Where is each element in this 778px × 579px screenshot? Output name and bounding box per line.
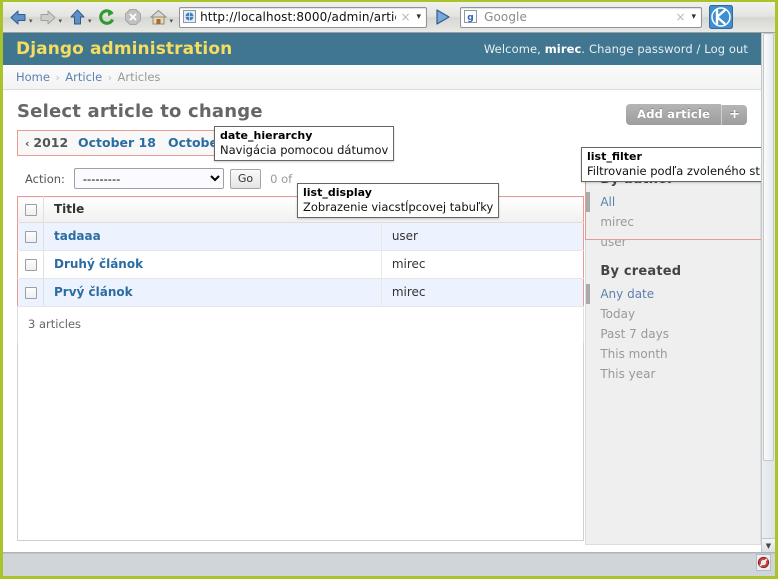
row-select-cell xyxy=(17,278,44,307)
reload-button[interactable] xyxy=(94,4,120,30)
filter-option-all[interactable]: All xyxy=(586,192,760,212)
url-clear-icon[interactable]: × xyxy=(396,10,414,24)
cell-author: user xyxy=(381,222,584,251)
breadcrumb: Home › Article › Articles xyxy=(3,65,761,90)
username: mirec xyxy=(544,42,582,56)
callout-list-display: list_display Zobrazenie viacstĺpcovej ta… xyxy=(297,183,500,219)
changelist-main: Action: --------- Delete selected articl… xyxy=(17,162,585,541)
add-article-plus-icon[interactable]: + xyxy=(721,104,747,125)
page-scrollbar-thumb[interactable] xyxy=(763,33,774,461)
web-page: Django administration Welcome, mirec. Ch… xyxy=(3,33,761,552)
row-checkbox[interactable] xyxy=(25,230,37,243)
page-scrollbar[interactable]: ▼ xyxy=(761,33,775,552)
user-tools: Welcome, mirec. Change password / Log ou… xyxy=(484,42,748,56)
site-branding: Django administration xyxy=(16,39,233,59)
changelist-filter-sidebar: By author All mirec user By created Any … xyxy=(585,162,761,545)
filter-option-this-year[interactable]: This year xyxy=(586,364,760,384)
breadcrumb-item-home[interactable]: Home xyxy=(16,70,50,84)
url-dropdown-icon[interactable]: ▾ xyxy=(415,12,427,22)
page-favicon-icon xyxy=(183,8,197,27)
cell-title: Prvý článok xyxy=(43,278,382,307)
cell-author: mirec xyxy=(381,278,584,307)
forward-button xyxy=(35,4,61,30)
browser-window: ▾ ▾ ▾ ▾ http://localhost:8000/admin/arti… xyxy=(0,0,778,579)
action-label: Action: xyxy=(25,171,65,186)
article-link[interactable]: tadaaa xyxy=(54,229,101,243)
filter-option-today[interactable]: Today xyxy=(586,304,760,324)
search-clear-icon[interactable]: × xyxy=(671,10,689,24)
breadcrumb-separator: › xyxy=(107,73,112,84)
cell-author: mirec xyxy=(381,250,584,279)
action-counter: 0 of xyxy=(270,171,293,186)
google-search-icon: g xyxy=(464,8,478,27)
callout-title: list_filter xyxy=(587,150,642,163)
breadcrumb-item-articles: Articles xyxy=(117,70,161,84)
status-bar-divider xyxy=(3,553,775,554)
svg-text:g: g xyxy=(467,13,473,23)
result-count: 3 articles xyxy=(17,307,585,343)
username-dot: . xyxy=(581,42,586,56)
search-input[interactable]: Google xyxy=(481,10,671,24)
page-viewport: Django administration Welcome, mirec. Ch… xyxy=(3,33,775,552)
scroll-down-arrow-icon[interactable]: ▼ xyxy=(762,538,775,552)
status-bar xyxy=(3,552,775,576)
row-checkbox[interactable] xyxy=(25,286,37,299)
changelist-body: Action: --------- Delete selected articl… xyxy=(3,162,761,545)
kde-logo-icon[interactable] xyxy=(707,5,735,29)
add-article-button[interactable]: Add article xyxy=(626,104,722,125)
url-bar[interactable]: http://localhost:8000/admin/article × ▾ xyxy=(179,6,428,28)
callout-description: Zobrazenie viacstĺpcovej tabuľky xyxy=(303,199,494,214)
filter-group-created: By created Any date Today Past 7 days Th… xyxy=(586,255,760,387)
breadcrumb-separator: › xyxy=(55,73,60,84)
callout-description: Navigácia pomocou dátumov xyxy=(220,142,389,157)
changelist-filler xyxy=(17,343,585,541)
table-row: Druhý článok mirec xyxy=(17,250,584,279)
filter-option-user[interactable]: user xyxy=(586,232,760,252)
table-row: Prvý článok mirec xyxy=(17,278,584,307)
article-link[interactable]: Druhý článok xyxy=(54,257,143,271)
change-password-link[interactable]: Change password xyxy=(589,42,693,56)
filter-option-any-date[interactable]: Any date xyxy=(586,284,760,304)
select-all-header xyxy=(17,196,44,223)
home-button[interactable] xyxy=(146,4,172,30)
date-hierarchy-day-1[interactable]: October 18 xyxy=(78,135,156,150)
row-select-cell xyxy=(17,222,44,251)
callout-list-filter: list_filter Filtrovanie podľa zvoleného … xyxy=(581,147,761,183)
row-select-cell xyxy=(17,250,44,279)
callout-date-hierarchy: date_hierarchy Navigácia pomocou dátumov xyxy=(214,126,395,162)
callout-title: date_hierarchy xyxy=(220,129,313,142)
search-bar[interactable]: g Google × ▾ xyxy=(460,6,703,28)
article-link[interactable]: Prvý článok xyxy=(54,285,133,299)
search-dropdown-icon[interactable]: ▾ xyxy=(690,12,702,22)
go-button[interactable] xyxy=(430,7,456,27)
blocked-icon[interactable] xyxy=(756,554,771,575)
django-admin-header: Django administration Welcome, mirec. Ch… xyxy=(3,33,761,65)
filter-option-this-month[interactable]: This month xyxy=(586,344,760,364)
up-button[interactable] xyxy=(64,4,90,30)
welcome-text: Welcome, xyxy=(483,42,541,56)
select-all-checkbox[interactable] xyxy=(25,203,37,216)
callout-description: Filtrovanie podľa zvoleného stĺpca xyxy=(587,163,761,178)
callout-title: list_display xyxy=(303,186,372,199)
breadcrumb-item-article[interactable]: Article xyxy=(65,70,102,84)
stop-button xyxy=(120,4,146,30)
date-hierarchy-year[interactable]: 2012 xyxy=(33,135,68,150)
cell-title: Druhý článok xyxy=(43,250,382,279)
usertools-separator: / xyxy=(696,42,701,56)
table-row: tadaaa user xyxy=(17,222,584,251)
logout-link[interactable]: Log out xyxy=(704,42,748,56)
action-select[interactable]: --------- Delete selected articles xyxy=(73,168,224,189)
browser-toolbar: ▾ ▾ ▾ ▾ http://localhost:8000/admin/arti… xyxy=(3,2,775,33)
filter-option-past-7-days[interactable]: Past 7 days xyxy=(586,324,760,344)
cell-title: tadaaa xyxy=(43,222,382,251)
url-text[interactable]: http://localhost:8000/admin/article xyxy=(200,10,396,24)
filter-option-mirec[interactable]: mirec xyxy=(586,212,760,232)
back-button[interactable] xyxy=(5,4,31,30)
date-hierarchy-back-icon[interactable]: ‹ xyxy=(25,137,30,150)
filter-heading-created: By created xyxy=(600,264,682,279)
object-tools: Add article + xyxy=(626,104,747,125)
action-go-button[interactable]: Go xyxy=(229,168,262,189)
row-checkbox[interactable] xyxy=(25,258,37,271)
